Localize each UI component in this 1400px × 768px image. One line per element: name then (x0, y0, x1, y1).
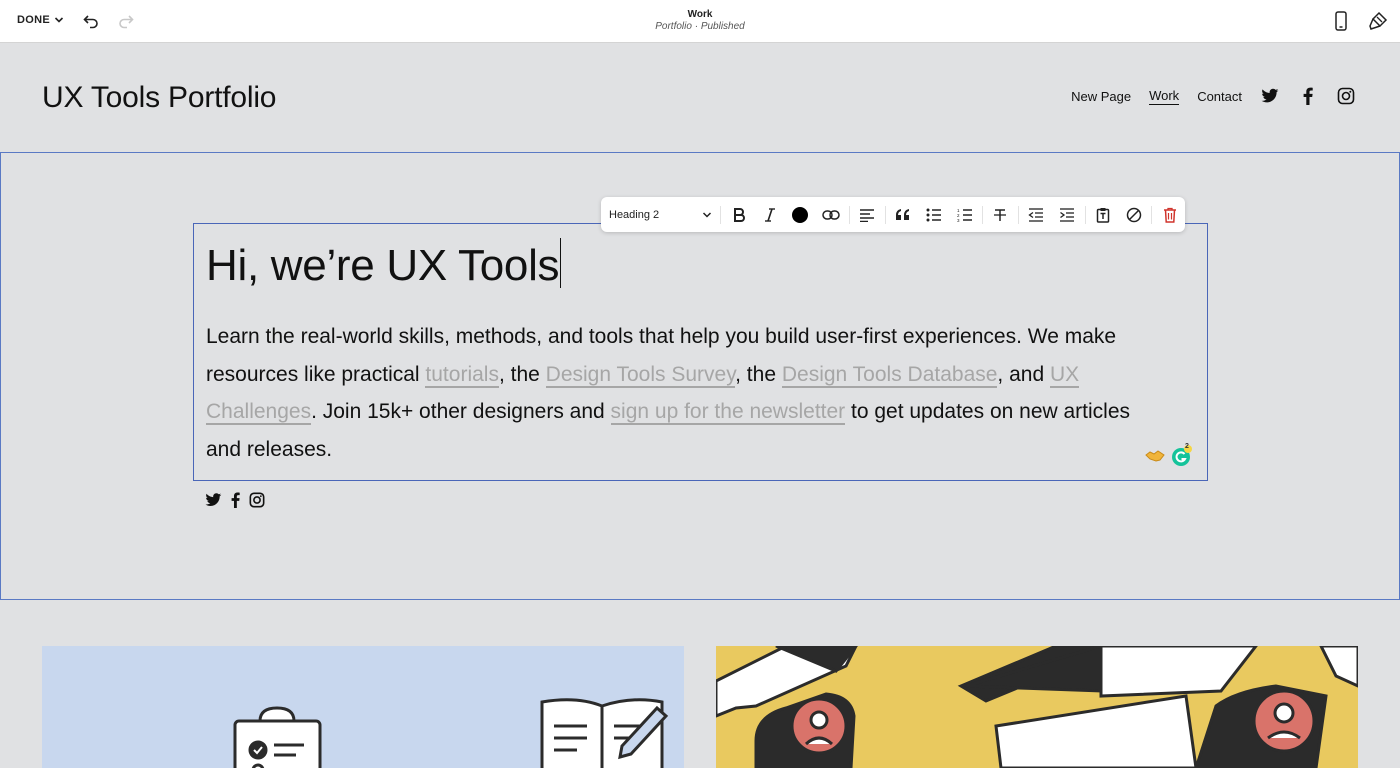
nav-link-new-page[interactable]: New Page (1071, 89, 1131, 104)
text-color-swatch-icon (791, 206, 809, 224)
link-button[interactable] (816, 197, 847, 232)
link-design-tools-survey[interactable]: Design Tools Survey (545, 362, 736, 388)
text-cursor (560, 238, 562, 288)
toolbar-divider (720, 205, 722, 224)
paragraph-style-select[interactable]: Heading 2 (601, 209, 718, 221)
svg-text:3: 3 (957, 218, 960, 222)
trash-icon (1163, 207, 1177, 223)
align-left-button[interactable] (852, 197, 883, 232)
editor-top-bar: DONE Work Portfolio · Published (0, 0, 1400, 43)
page-subtitle: Portfolio · Published (655, 21, 745, 32)
indent-icon (1059, 207, 1075, 222)
paragraph-text: , the (498, 362, 546, 386)
link-icon (822, 209, 841, 221)
chevron-down-icon (702, 210, 712, 220)
paragraph-text: , the (735, 362, 782, 386)
nav-link-work[interactable]: Work (1149, 88, 1180, 105)
strikethrough-button[interactable] (985, 197, 1016, 232)
instagram-icon[interactable] (249, 492, 265, 508)
numbered-list-icon: 123 (957, 208, 973, 222)
done-label: DONE (17, 14, 50, 26)
toolbar-divider (1017, 205, 1019, 224)
grammarly-icon[interactable]: 2 (1171, 443, 1193, 467)
site-title[interactable]: UX Tools Portfolio (42, 80, 276, 116)
link-tutorials[interactable]: tutorials (425, 362, 499, 388)
portfolio-card-database[interactable] (716, 646, 1358, 768)
align-left-icon (859, 208, 875, 222)
portfolio-card-tutorials[interactable] (42, 646, 684, 768)
social-links-block (205, 492, 265, 508)
site-styles-brush-icon[interactable] (1367, 10, 1389, 32)
toolbar-divider (1084, 205, 1086, 224)
toolbar-divider (848, 205, 850, 224)
toolbar-divider (1151, 205, 1153, 224)
nav-link-contact[interactable]: Contact (1197, 89, 1242, 104)
chevron-down-icon (54, 15, 64, 25)
toolbar-divider (982, 205, 984, 224)
undo-icon[interactable] (80, 10, 102, 32)
strikethrough-icon (993, 208, 1007, 222)
text-color-button[interactable] (785, 197, 816, 232)
paragraph-text: , and (997, 362, 1050, 386)
outdent-button[interactable] (1021, 197, 1052, 232)
clipboard-notebook-illustration (233, 698, 669, 768)
done-button[interactable]: DONE (17, 14, 64, 26)
numbered-list-button[interactable]: 123 (949, 197, 980, 232)
paste-plain-text-button[interactable] (1088, 197, 1119, 232)
page-status: Work Portfolio · Published (550, 9, 850, 33)
page-title: Work (687, 9, 713, 20)
text-format-toolbar: Heading 2 1 2 3 (601, 197, 1185, 232)
blockquote-button[interactable] (888, 197, 919, 232)
bullet-list-icon (926, 208, 942, 222)
grammarly-widget: 2 (1145, 443, 1193, 467)
italic-icon (764, 207, 776, 222)
twitter-icon[interactable] (1260, 86, 1280, 106)
site-navigation: New Page Work Contact (1071, 86, 1356, 106)
facebook-icon[interactable] (1298, 86, 1318, 106)
facebook-icon[interactable] (231, 492, 240, 508)
outdent-icon (1028, 207, 1044, 222)
quote-icon (895, 208, 911, 221)
twitter-icon[interactable] (205, 492, 222, 508)
redo-icon[interactable] (115, 10, 137, 32)
link-design-tools-database[interactable]: Design Tools Database (781, 362, 998, 388)
hero-heading-text: Hi, we’re UX Tools (206, 241, 560, 290)
italic-button[interactable] (754, 197, 785, 232)
bullet-list-button[interactable] (918, 197, 949, 232)
link-newsletter-signup[interactable]: sign up for the newsletter (610, 400, 846, 425)
hero-paragraph[interactable]: Learn the real-world skills, methods, an… (206, 318, 1166, 468)
handshake-icon[interactable] (1145, 445, 1165, 467)
grammarly-count-badge: 2 (1185, 443, 1189, 450)
instagram-icon[interactable] (1336, 86, 1356, 106)
bold-button[interactable] (723, 197, 754, 232)
hero-heading[interactable]: Hi, we’re UX Tools (206, 238, 562, 294)
mobile-preview-icon[interactable] (1331, 10, 1351, 32)
clear-format-icon (1126, 207, 1142, 223)
clipboard-icon (1096, 207, 1110, 223)
toolbar-divider (884, 205, 886, 224)
paragraph-style-value: Heading 2 (609, 208, 660, 221)
bold-icon (733, 207, 745, 222)
delete-block-button[interactable] (1154, 197, 1185, 232)
paragraph-text: . Join 15k+ other designers and (311, 400, 611, 423)
chat-bubbles-illustration (716, 646, 1358, 768)
indent-button[interactable] (1052, 197, 1083, 232)
clear-formatting-button[interactable] (1118, 197, 1149, 232)
